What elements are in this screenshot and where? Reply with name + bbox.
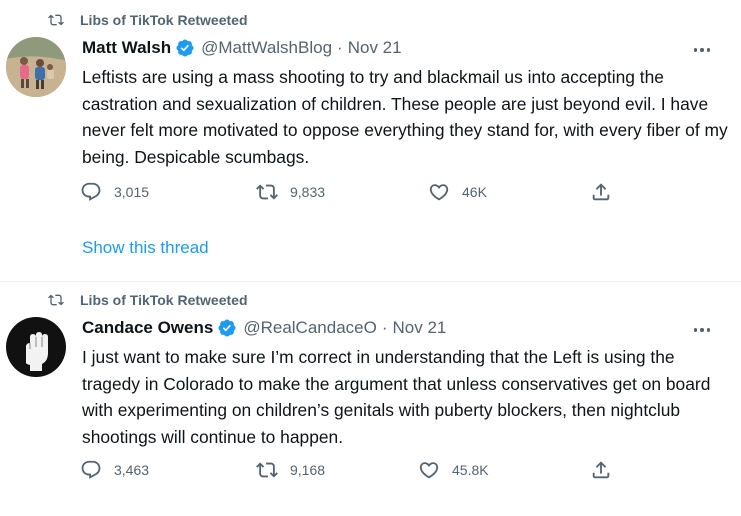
heart-icon [419,462,439,479]
avatar[interactable] [6,37,66,97]
like-button[interactable]: 46K [428,181,487,203]
reply-icon [81,460,101,479]
retweet-button[interactable]: 9,833 [256,181,325,203]
show-thread-link[interactable]: Show this thread [82,238,209,258]
tweet-text: Leftists are using a mass shooting to tr… [82,67,728,167]
retweet-icon [256,462,278,478]
retweet-label[interactable]: Libs of TikTok Retweeted [80,12,248,28]
reply-count: 3,463 [114,462,150,478]
reply-icon [81,182,101,201]
retweet-icon [48,294,64,306]
tweet-card[interactable]: Libs of TikTok Retweeted Candace Owens @… [0,282,741,516]
share-button[interactable] [590,181,624,203]
display-name[interactable]: Candace Owens [82,318,213,338]
retweet-label[interactable]: Libs of TikTok Retweeted [80,292,248,308]
heart-icon [429,184,449,201]
user-handle[interactable]: @MattWalshBlog [201,38,332,58]
user-handle[interactable]: @RealCandaceO [243,318,377,338]
more-options-icon[interactable] [690,320,714,340]
retweet-icon [256,184,278,200]
display-name[interactable]: Matt Walsh [82,38,171,58]
tweet-date[interactable]: Nov 21 [393,318,447,338]
reply-button[interactable]: 3,463 [80,459,149,481]
like-count: 45.8K [452,462,489,478]
retweet-button[interactable]: 9,168 [256,459,325,481]
retweet-context: Libs of TikTok Retweeted [48,292,248,308]
retweet-count: 9,833 [290,184,326,200]
retweet-context: Libs of TikTok Retweeted [48,12,248,28]
share-icon [592,183,610,201]
share-button[interactable] [590,459,624,481]
separator-dot: · [337,38,343,57]
verified-badge-icon [218,319,236,337]
separator-dot: · [381,318,388,337]
tweet-actions: 3,463 9,168 45.8K [80,459,620,483]
share-icon [592,461,610,479]
reply-button[interactable]: 3,015 [80,181,149,203]
retweet-icon [48,14,64,26]
tweet-header: Matt Walsh @MattWalshBlog · Nov 21 [82,38,402,58]
retweet-count: 9,168 [290,462,326,478]
verified-badge-icon [176,39,194,57]
tweet-text: I just want to make sure I’m correct in … [82,347,711,447]
tweet-card[interactable]: Libs of TikTok Retweeted Matt Walsh @Mat… [0,0,741,282]
avatar[interactable] [6,317,66,377]
more-options-icon[interactable] [690,40,714,60]
reply-count: 3,015 [114,184,150,200]
like-button[interactable]: 45.8K [418,459,489,481]
like-count: 46K [462,184,487,200]
tweet-header: Candace Owens @RealCandaceO · Nov 21 [82,318,446,338]
tweet-actions: 3,015 9,833 46K [80,181,620,205]
tweet-date[interactable]: Nov 21 [348,38,402,58]
